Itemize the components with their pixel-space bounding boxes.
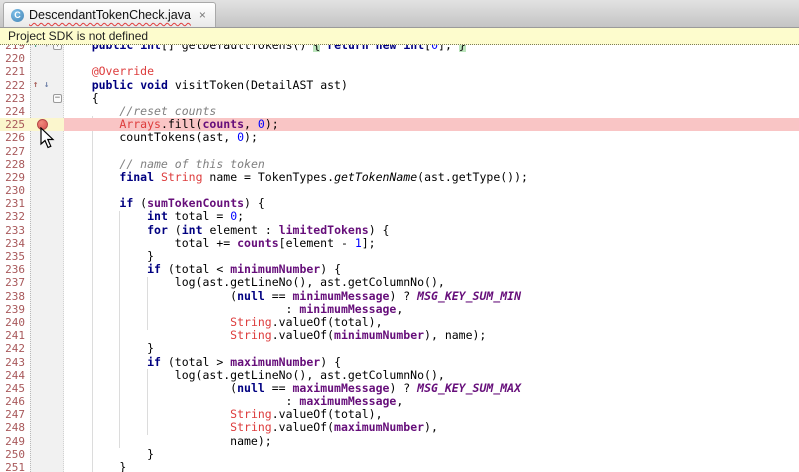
code-text[interactable]: String.valueOf(minimumNumber), name); bbox=[64, 329, 799, 342]
gutter-cell[interactable] bbox=[30, 210, 64, 223]
code-line[interactable]: 226 countTokens(ast, 0); bbox=[0, 131, 799, 144]
line-number: 243 bbox=[0, 356, 30, 369]
line-number: 249 bbox=[0, 435, 30, 448]
code-text[interactable]: total += counts[element - 1]; bbox=[64, 237, 799, 250]
line-number: 244 bbox=[0, 369, 30, 382]
line-number: 234 bbox=[0, 237, 30, 250]
java-class-icon: C bbox=[11, 9, 24, 22]
line-number: 241 bbox=[0, 329, 30, 342]
code-line[interactable]: 222↑↓ public void visitToken(DetailAST a… bbox=[0, 79, 799, 92]
code-editor[interactable]: 219↑++ public int[] getDefaultTokens() {… bbox=[0, 28, 799, 472]
gutter-cell[interactable] bbox=[30, 461, 64, 472]
code-text[interactable]: public void visitToken(DetailAST ast) bbox=[64, 79, 799, 92]
line-number: 226 bbox=[0, 131, 30, 144]
gutter-cell[interactable] bbox=[30, 224, 64, 237]
code-text[interactable]: countTokens(ast, 0); bbox=[64, 131, 799, 144]
gutter-cell[interactable] bbox=[30, 421, 64, 434]
code-line[interactable]: 251 } bbox=[0, 461, 799, 472]
line-number: 232 bbox=[0, 210, 30, 223]
line-number: 233 bbox=[0, 224, 30, 237]
gutter-cell[interactable] bbox=[30, 329, 64, 342]
line-number: 251 bbox=[0, 461, 30, 472]
gutter-cell[interactable] bbox=[30, 197, 64, 210]
mouse-cursor bbox=[40, 127, 56, 149]
gutter-cell[interactable] bbox=[30, 342, 64, 355]
gutter-cell[interactable] bbox=[30, 65, 64, 78]
code-text[interactable] bbox=[64, 52, 799, 65]
gutter-cell[interactable]: − bbox=[30, 92, 64, 105]
line-number: 250 bbox=[0, 448, 30, 461]
line-number: 239 bbox=[0, 303, 30, 316]
gutter-cell[interactable] bbox=[30, 408, 64, 421]
code-text[interactable]: final String name = TokenTypes.getTokenN… bbox=[64, 171, 799, 184]
code-text[interactable]: } bbox=[64, 448, 799, 461]
gutter-cell[interactable] bbox=[30, 171, 64, 184]
line-number: 225 bbox=[0, 118, 30, 131]
gutter-cell[interactable] bbox=[30, 448, 64, 461]
fold-marker-icon[interactable]: − bbox=[53, 94, 62, 103]
line-number: 222 bbox=[0, 79, 30, 92]
line-number: 221 bbox=[0, 65, 30, 78]
code-text[interactable]: } bbox=[64, 461, 799, 472]
gutter-cell[interactable] bbox=[30, 356, 64, 369]
gutter-cell[interactable] bbox=[30, 276, 64, 289]
sdk-warning-banner[interactable]: Project SDK is not defined bbox=[0, 28, 799, 45]
ide-window: 219↑++ public int[] getDefaultTokens() {… bbox=[0, 0, 799, 472]
gutter-cell[interactable] bbox=[30, 263, 64, 276]
line-number: 227 bbox=[0, 145, 30, 158]
line-number: 245 bbox=[0, 382, 30, 395]
gutter-cell[interactable] bbox=[30, 395, 64, 408]
gutter-cell[interactable] bbox=[30, 184, 64, 197]
line-number: 229 bbox=[0, 171, 30, 184]
line-number: 235 bbox=[0, 250, 30, 263]
code-line[interactable]: 229 final String name = TokenTypes.getTo… bbox=[0, 171, 799, 184]
gutter-cell[interactable]: ↑↓ bbox=[30, 79, 64, 92]
editor-tab-bar: C DescendantTokenCheck.java × bbox=[0, 0, 799, 28]
gutter-cell[interactable] bbox=[30, 237, 64, 250]
line-number: 220 bbox=[0, 52, 30, 65]
banner-text: Project SDK is not defined bbox=[8, 29, 148, 43]
gutter-cell[interactable] bbox=[30, 290, 64, 303]
line-number: 224 bbox=[0, 105, 30, 118]
close-icon[interactable]: × bbox=[199, 9, 206, 21]
overridden-down-icon[interactable]: ↓ bbox=[44, 79, 49, 92]
line-number: 236 bbox=[0, 263, 30, 276]
gutter-cell[interactable] bbox=[30, 382, 64, 395]
tab-label: DescendantTokenCheck.java bbox=[29, 8, 191, 22]
gutter-cell[interactable] bbox=[30, 316, 64, 329]
line-number: 237 bbox=[0, 276, 30, 289]
gutter-cell[interactable] bbox=[30, 250, 64, 263]
line-number: 247 bbox=[0, 408, 30, 421]
line-number: 240 bbox=[0, 316, 30, 329]
gutter-cell[interactable] bbox=[30, 435, 64, 448]
code-text[interactable]: name); bbox=[64, 435, 799, 448]
line-number: 242 bbox=[0, 342, 30, 355]
gutter-cell[interactable] bbox=[30, 158, 64, 171]
line-number: 223 bbox=[0, 92, 30, 105]
gutter-cell[interactable] bbox=[30, 303, 64, 316]
line-number: 230 bbox=[0, 184, 30, 197]
gutter-cell[interactable] bbox=[30, 105, 64, 118]
line-number: 248 bbox=[0, 421, 30, 434]
gutter-cell[interactable] bbox=[30, 52, 64, 65]
line-number: 246 bbox=[0, 395, 30, 408]
line-number: 231 bbox=[0, 197, 30, 210]
gutter-cell[interactable] bbox=[30, 369, 64, 382]
line-number: 238 bbox=[0, 290, 30, 303]
line-number: 228 bbox=[0, 158, 30, 171]
override-up-icon[interactable]: ↑ bbox=[33, 79, 38, 92]
tab-descendant-token-check[interactable]: C DescendantTokenCheck.java × bbox=[3, 2, 216, 27]
code-lines: 219↑++ public int[] getDefaultTokens() {… bbox=[0, 39, 799, 472]
